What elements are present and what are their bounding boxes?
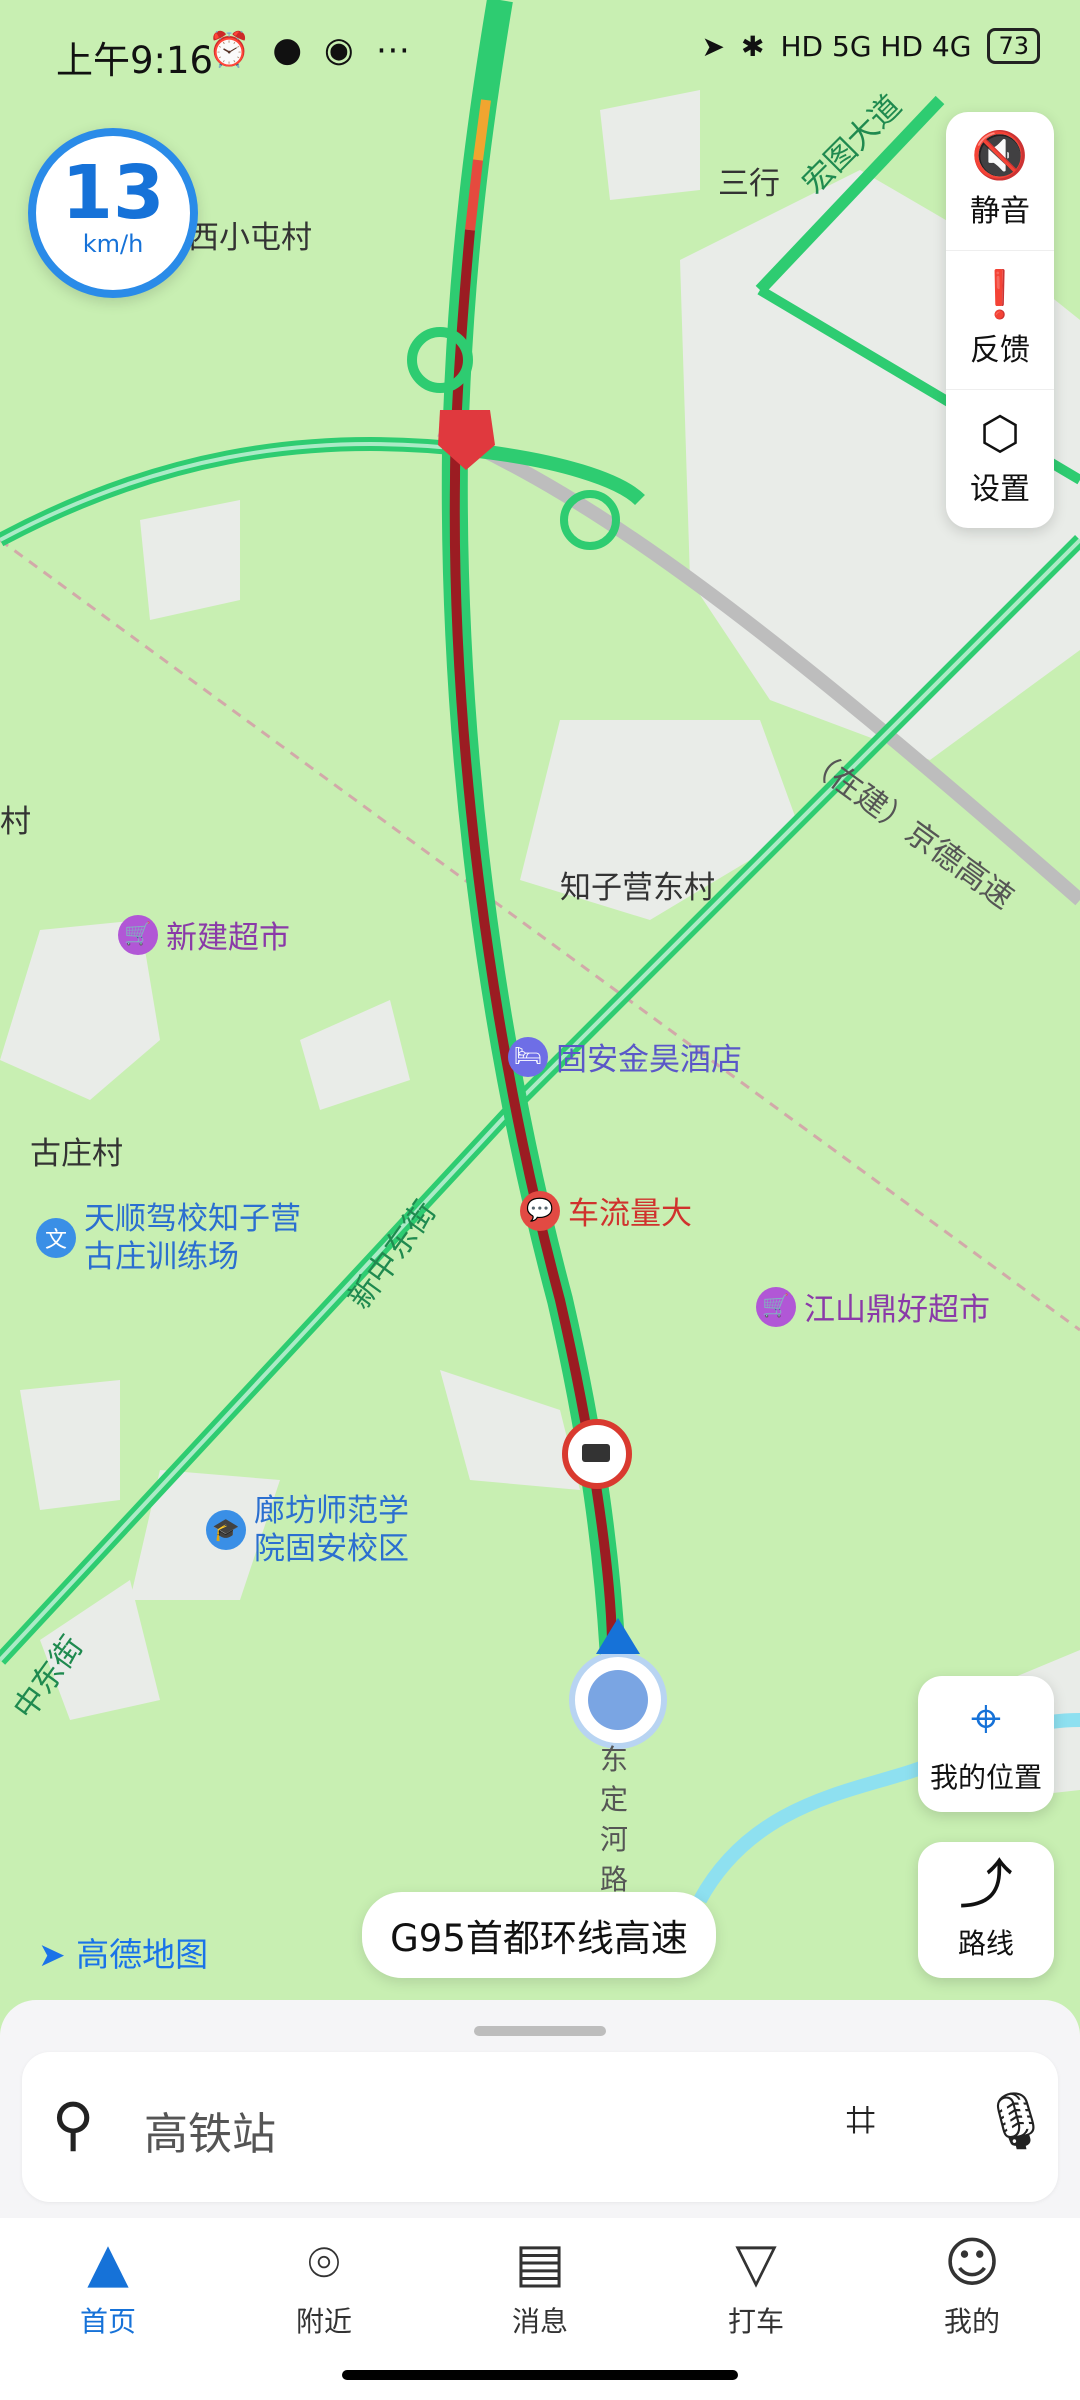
amap-logo: ➤ 高德地图 <box>38 1928 208 1976</box>
profile-icon: ☺ <box>943 2231 1001 2294</box>
map-label: 三行 <box>718 166 780 202</box>
nav-home[interactable]: ▲ 首页 <box>18 2236 198 2340</box>
map-label: 西小屯村 <box>188 220 312 256</box>
mute-label: 静音 <box>970 194 1030 229</box>
signal-text: HD 5G HD 4G <box>780 29 972 63</box>
route-button[interactable]: ⤴ 路线 <box>918 1842 1054 1978</box>
scan-icon[interactable]: ⌗ <box>846 2090 875 2151</box>
poi-traffic-alert[interactable]: 💬 车流量大 <box>520 1188 692 1233</box>
poi-label: 江山鼎好超市 <box>804 1292 990 1328</box>
nav-nearby-label: 附近 <box>295 2305 352 2338</box>
status-right: ➤ ✱ HD 5G HD 4G 73 <box>702 28 1040 64</box>
sheet-handle[interactable] <box>474 2026 606 2036</box>
logo-arrow-icon: ➤ <box>38 1935 66 1974</box>
nav-messages[interactable]: ▤ 消息 <box>450 2236 630 2340</box>
route-arrow-icon: ⤴ <box>959 1853 1013 1916</box>
nav-home-label: 首页 <box>79 2305 136 2338</box>
status-time: 上午9:16 <box>56 39 214 82</box>
feedback-label: 反馈 <box>970 333 1030 368</box>
settings-label: 设置 <box>970 472 1030 507</box>
nav-messages-label: 消息 <box>511 2305 568 2338</box>
app-notification-icon: ◉ <box>324 30 354 70</box>
feedback-button[interactable]: ❗ 反馈 <box>946 251 1054 390</box>
taxi-icon: ▽ <box>735 2231 777 2294</box>
poi-label: 廊坊师范学院固安校区 <box>254 1493 409 1567</box>
poi-hotel[interactable]: 🛏 固安金昊酒店 <box>508 1034 742 1079</box>
map-toolbar: 🔇 静音 ❗ 反馈 ⬡ 设置 <box>946 112 1054 528</box>
speedometer: 13 km/h <box>28 128 198 298</box>
notification-icon: ● <box>272 30 303 70</box>
poi-label: 天顺驾校知子营古庄训练场 <box>84 1201 301 1275</box>
map-label: 东定河路 <box>600 1743 629 1896</box>
nearby-icon: ⌾ <box>307 2231 341 2294</box>
route-label: 路线 <box>957 1927 1014 1960</box>
poi-label: 固安金昊酒店 <box>556 1042 742 1078</box>
microphone-icon[interactable]: 🎙 <box>980 2088 1051 2154</box>
logo-text: 高德地图 <box>76 1935 209 1974</box>
poi-label: 新建超市 <box>166 920 290 956</box>
shop-icon: 🛒 <box>756 1286 796 1327</box>
status-icons: ⏰ ● ◉ ⋯ <box>208 30 410 70</box>
feedback-icon: ❗ <box>971 267 1029 321</box>
search-bar[interactable]: ⚲ 高铁站 ⌗ 🎙 <box>22 2052 1058 2202</box>
nav-nearby[interactable]: ⌾ 附近 <box>234 2236 414 2340</box>
search-input[interactable]: 高铁站 <box>144 2098 276 2162</box>
nav-taxi-label: 打车 <box>727 2305 784 2338</box>
map-label: 村 <box>0 804 31 840</box>
alarm-icon: ⏰ <box>208 30 251 70</box>
poi-label: 车流量大 <box>568 1196 692 1232</box>
location-arrow-icon: ➤ <box>701 29 726 63</box>
settings-button[interactable]: ⬡ 设置 <box>946 390 1054 528</box>
status-bar: 上午9:16 ⏰ ● ◉ ⋯ ➤ ✱ HD 5G HD 4G 73 <box>0 0 1080 100</box>
home-indicator[interactable] <box>342 2370 738 2380</box>
more-dots-icon: ⋯ <box>375 30 410 70</box>
poi-jiangshan-market[interactable]: 🛒 江山鼎好超市 <box>756 1284 990 1329</box>
bluetooth-icon: ✱ <box>741 29 765 63</box>
poi-driving-school[interactable]: 文 天顺驾校知子营古庄训练场 <box>36 1200 304 1276</box>
school-icon: 文 <box>36 1218 76 1258</box>
shop-icon: 🛒 <box>118 914 158 955</box>
message-icon: ▤ <box>514 2231 566 2294</box>
speed-value: 13 <box>61 150 165 236</box>
chat-bubble-icon: 💬 <box>520 1190 560 1231</box>
map-label: 古庄村 <box>30 1136 123 1172</box>
map-label: 知子营东村 <box>560 870 715 906</box>
graduation-cap-icon: 🎓 <box>206 1510 246 1550</box>
search-icon: ⚲ <box>52 2090 95 2158</box>
my-location-button[interactable]: ⌖ 我的位置 <box>918 1676 1054 1812</box>
nav-taxi[interactable]: ▽ 打车 <box>666 2236 846 2340</box>
poi-college[interactable]: 🎓 廊坊师范学院固安校区 <box>206 1492 434 1568</box>
crosshair-icon: ⌖ <box>970 1687 1002 1750</box>
speed-unit: km/h <box>82 230 144 258</box>
mute-button[interactable]: 🔇 静音 <box>946 112 1054 251</box>
battery-indicator: 73 <box>987 28 1040 64</box>
settings-icon: ⬡ <box>979 406 1021 460</box>
nav-profile[interactable]: ☺ 我的 <box>882 2236 1062 2340</box>
poi-xinjian-market[interactable]: 🛒 新建超市 <box>118 912 290 957</box>
current-road-label: G95首都环线高速 <box>362 1892 716 1978</box>
speaker-mute-icon: 🔇 <box>971 128 1029 182</box>
nav-profile-label: 我的 <box>943 2305 1000 2338</box>
my-location-label: 我的位置 <box>929 1761 1042 1794</box>
home-icon: ▲ <box>87 2231 129 2294</box>
hotel-icon: 🛏 <box>508 1036 548 1077</box>
